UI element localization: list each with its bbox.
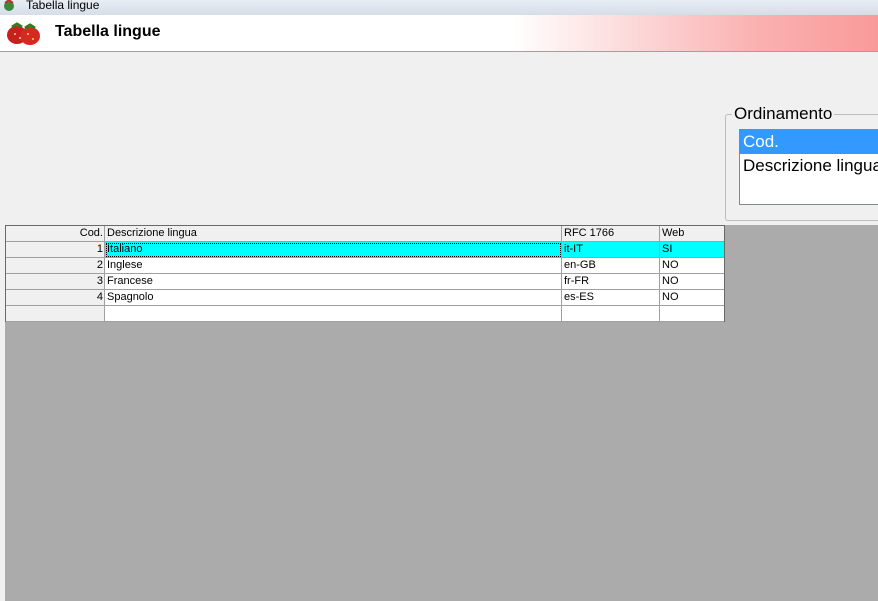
cell-descrizione[interactable]: Spagnolo (105, 290, 562, 306)
sort-listbox[interactable]: Cod. Descrizione lingua (739, 129, 878, 205)
col-header-rfc[interactable]: RFC 1766 (562, 226, 660, 242)
cell-descrizione[interactable]: Inglese (105, 258, 562, 274)
strawberry-logo-icon (7, 22, 40, 45)
page-title: Tabella lingue (55, 23, 161, 40)
table-row[interactable]: 4 Spagnolo es-ES NO (6, 290, 724, 306)
cell-rfc-empty[interactable] (562, 306, 660, 322)
window-title: Tabella lingue (26, 0, 100, 12)
cell-descrizione-empty[interactable] (105, 306, 562, 322)
col-header-cod[interactable]: Cod. (6, 226, 105, 242)
languages-table[interactable]: Cod. Descrizione lingua RFC 1766 Web 1 I… (5, 225, 725, 322)
table-header: Cod. Descrizione lingua RFC 1766 Web (6, 226, 724, 242)
table-row[interactable]: 2 Inglese en-GB NO (6, 258, 724, 274)
cell-web-empty[interactable] (660, 306, 724, 322)
sort-option-cod[interactable]: Cod. (740, 130, 878, 154)
cell-cod[interactable]: 4 (6, 290, 105, 306)
cell-web[interactable]: NO (660, 258, 724, 274)
cell-rfc[interactable]: en-GB (562, 258, 660, 274)
cell-descrizione[interactable]: Italiano (105, 242, 562, 258)
cell-cod[interactable]: 2 (6, 258, 105, 274)
cell-cod[interactable]: 3 (6, 274, 105, 290)
table-new-row[interactable] (6, 306, 724, 322)
cell-rfc[interactable]: it-IT (562, 242, 660, 258)
table-row[interactable]: 3 Francese fr-FR NO (6, 274, 724, 290)
cell-descrizione[interactable]: Francese (105, 274, 562, 290)
window-titlebar: Tabella lingue (0, 0, 878, 15)
col-header-web[interactable]: Web (660, 226, 724, 242)
cell-web[interactable]: SI (660, 242, 724, 258)
cell-cod-empty[interactable] (6, 306, 105, 322)
sort-option-descrizione[interactable]: Descrizione lingua (740, 154, 878, 178)
cell-rfc[interactable]: es-ES (562, 290, 660, 306)
app-icon (4, 0, 14, 11)
col-header-descrizione[interactable]: Descrizione lingua (105, 226, 562, 242)
table-row[interactable]: 1 Italiano it-IT SI (6, 242, 724, 258)
cell-rfc[interactable]: fr-FR (562, 274, 660, 290)
cell-web[interactable]: NO (660, 274, 724, 290)
cell-web[interactable]: NO (660, 290, 724, 306)
header-banner: Tabella lingue (0, 15, 878, 52)
sort-legend: Ordinamento (732, 104, 835, 124)
cell-cod[interactable]: 1 (6, 242, 105, 258)
